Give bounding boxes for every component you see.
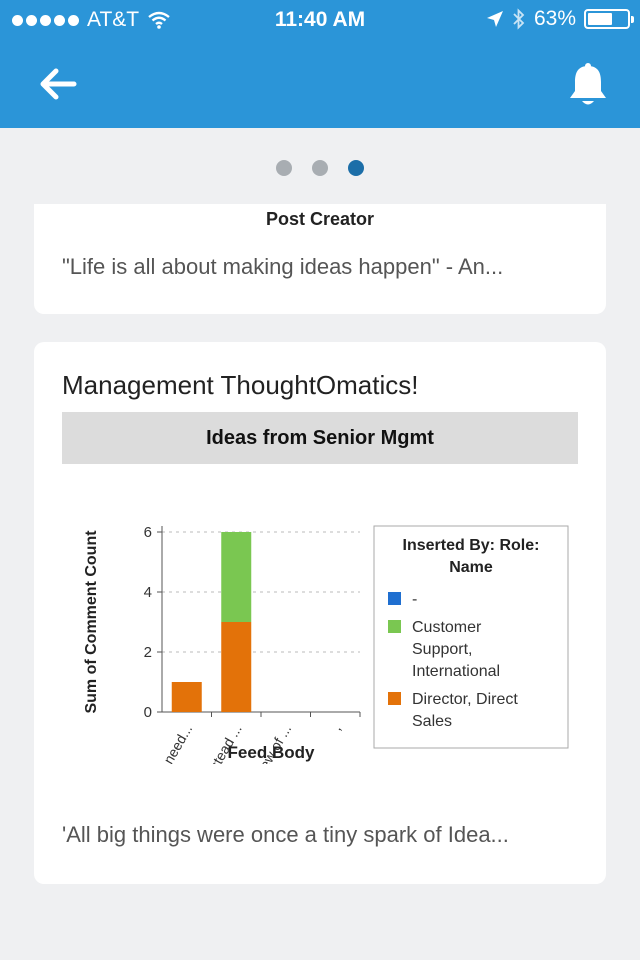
status-right: 63% <box>486 7 634 31</box>
back-button[interactable] <box>36 62 80 106</box>
notifications-button[interactable] <box>566 60 610 108</box>
chart-title: Ideas from Senior Mgmt <box>62 412 578 464</box>
bar-segment <box>171 682 202 712</box>
legend-title: Inserted By: Role: <box>403 537 540 554</box>
status-bar: AT&T 11:40 AM 63% <box>0 0 640 40</box>
legend-swatch <box>388 592 401 605</box>
page-dot[interactable] <box>276 160 292 176</box>
legend-label: Support, <box>412 641 472 658</box>
y-tick-label: 2 <box>144 644 152 661</box>
back-arrow-icon <box>40 68 77 100</box>
x-tick-label: , <box>328 722 344 733</box>
card-quote: "Life is all about making ideas happen" … <box>62 254 504 279</box>
y-tick-label: 4 <box>144 584 152 601</box>
card-footer-text: 'All big things were once a tiny spark o… <box>62 822 509 847</box>
page-dot-active[interactable] <box>348 160 364 176</box>
report-card-previous[interactable]: Post Creator "Life is all about making i… <box>34 204 606 314</box>
legend-label: Customer <box>412 619 482 636</box>
card-title: Management ThoughtOmatics! <box>62 370 419 400</box>
y-tick-label: 0 <box>144 704 152 721</box>
bar-segment <box>221 622 252 712</box>
legend-swatch <box>388 692 401 705</box>
legend-swatch <box>388 620 401 633</box>
bell-icon <box>570 63 606 105</box>
column-label: Post Creator <box>265 209 375 229</box>
legend-title: Name <box>449 559 493 576</box>
x-tick-label: We need... <box>148 722 196 765</box>
y-tick-label: 6 <box>144 524 152 541</box>
location-arrow-icon <box>486 11 503 27</box>
nav-bar <box>0 40 640 128</box>
legend-label: International <box>412 663 500 680</box>
bar-segment <box>221 532 252 622</box>
x-axis-label: Feed Body <box>228 743 315 762</box>
page-indicator[interactable] <box>0 160 640 176</box>
bar-chart: 0246We need... Instead ... A few of ... ,Su… <box>83 524 569 765</box>
y-axis-label: Sum of Comment Count <box>83 530 100 714</box>
report-card[interactable]: Management ThoughtOmatics! Ideas from Se… <box>34 342 606 884</box>
page-dot[interactable] <box>312 160 328 176</box>
legend-label: Sales <box>412 713 452 730</box>
battery-icon <box>584 9 634 29</box>
legend-label: - <box>412 591 417 608</box>
legend-label: Director, Direct <box>412 691 518 708</box>
bluetooth-icon <box>513 8 525 30</box>
battery-percent: 63% <box>533 7 576 30</box>
